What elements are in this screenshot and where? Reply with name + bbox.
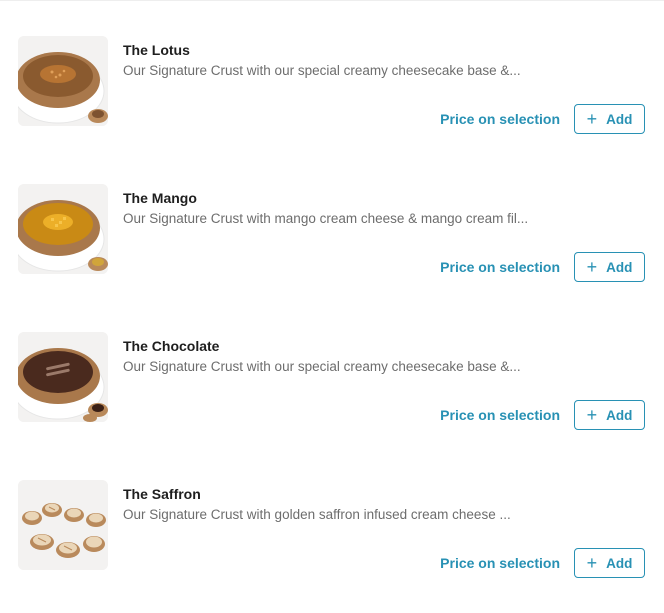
plus-icon: + xyxy=(586,553,598,573)
product-description: Our Signature Crust with golden saffron … xyxy=(123,507,511,522)
add-button[interactable]: + Add xyxy=(574,548,645,578)
price-label: Price on selection xyxy=(440,407,560,423)
add-button[interactable]: + Add xyxy=(574,400,645,430)
add-button[interactable]: + Add xyxy=(574,104,645,134)
add-button-label: Add xyxy=(606,555,633,571)
price-label: Price on selection xyxy=(440,555,560,571)
product-title[interactable]: The Lotus xyxy=(123,42,190,58)
product-title[interactable]: The Saffron xyxy=(123,486,201,502)
product-item-chocolate[interactable]: The Chocolate Our Signature Crust with o… xyxy=(0,332,664,442)
add-button-label: Add xyxy=(606,407,633,423)
product-item-saffron[interactable]: The Saffron Our Signature Crust with gol… xyxy=(0,480,664,590)
plus-icon: + xyxy=(586,109,598,129)
product-description: Our Signature Crust with mango cream che… xyxy=(123,211,529,226)
add-button-label: Add xyxy=(606,259,633,275)
cheesecake-mango-image[interactable] xyxy=(18,184,108,274)
plus-icon: + xyxy=(586,405,598,425)
product-item-mango[interactable]: The Mango Our Signature Crust with mango… xyxy=(0,184,664,294)
product-description: Our Signature Crust with our special cre… xyxy=(123,63,521,78)
product-title[interactable]: The Mango xyxy=(123,190,197,206)
product-title[interactable]: The Chocolate xyxy=(123,338,219,354)
cheesecake-lotus-image[interactable] xyxy=(18,36,108,126)
product-item-lotus[interactable]: The Lotus Our Signature Crust with our s… xyxy=(0,36,664,146)
add-button[interactable]: + Add xyxy=(574,252,645,282)
price-label: Price on selection xyxy=(440,259,560,275)
plus-icon: + xyxy=(586,257,598,277)
cheesecake-chocolate-image[interactable] xyxy=(18,332,108,422)
add-button-label: Add xyxy=(606,111,633,127)
saffron-tarts-image[interactable] xyxy=(18,480,108,570)
top-divider xyxy=(0,0,664,1)
product-description: Our Signature Crust with our special cre… xyxy=(123,359,521,374)
price-label: Price on selection xyxy=(440,111,560,127)
